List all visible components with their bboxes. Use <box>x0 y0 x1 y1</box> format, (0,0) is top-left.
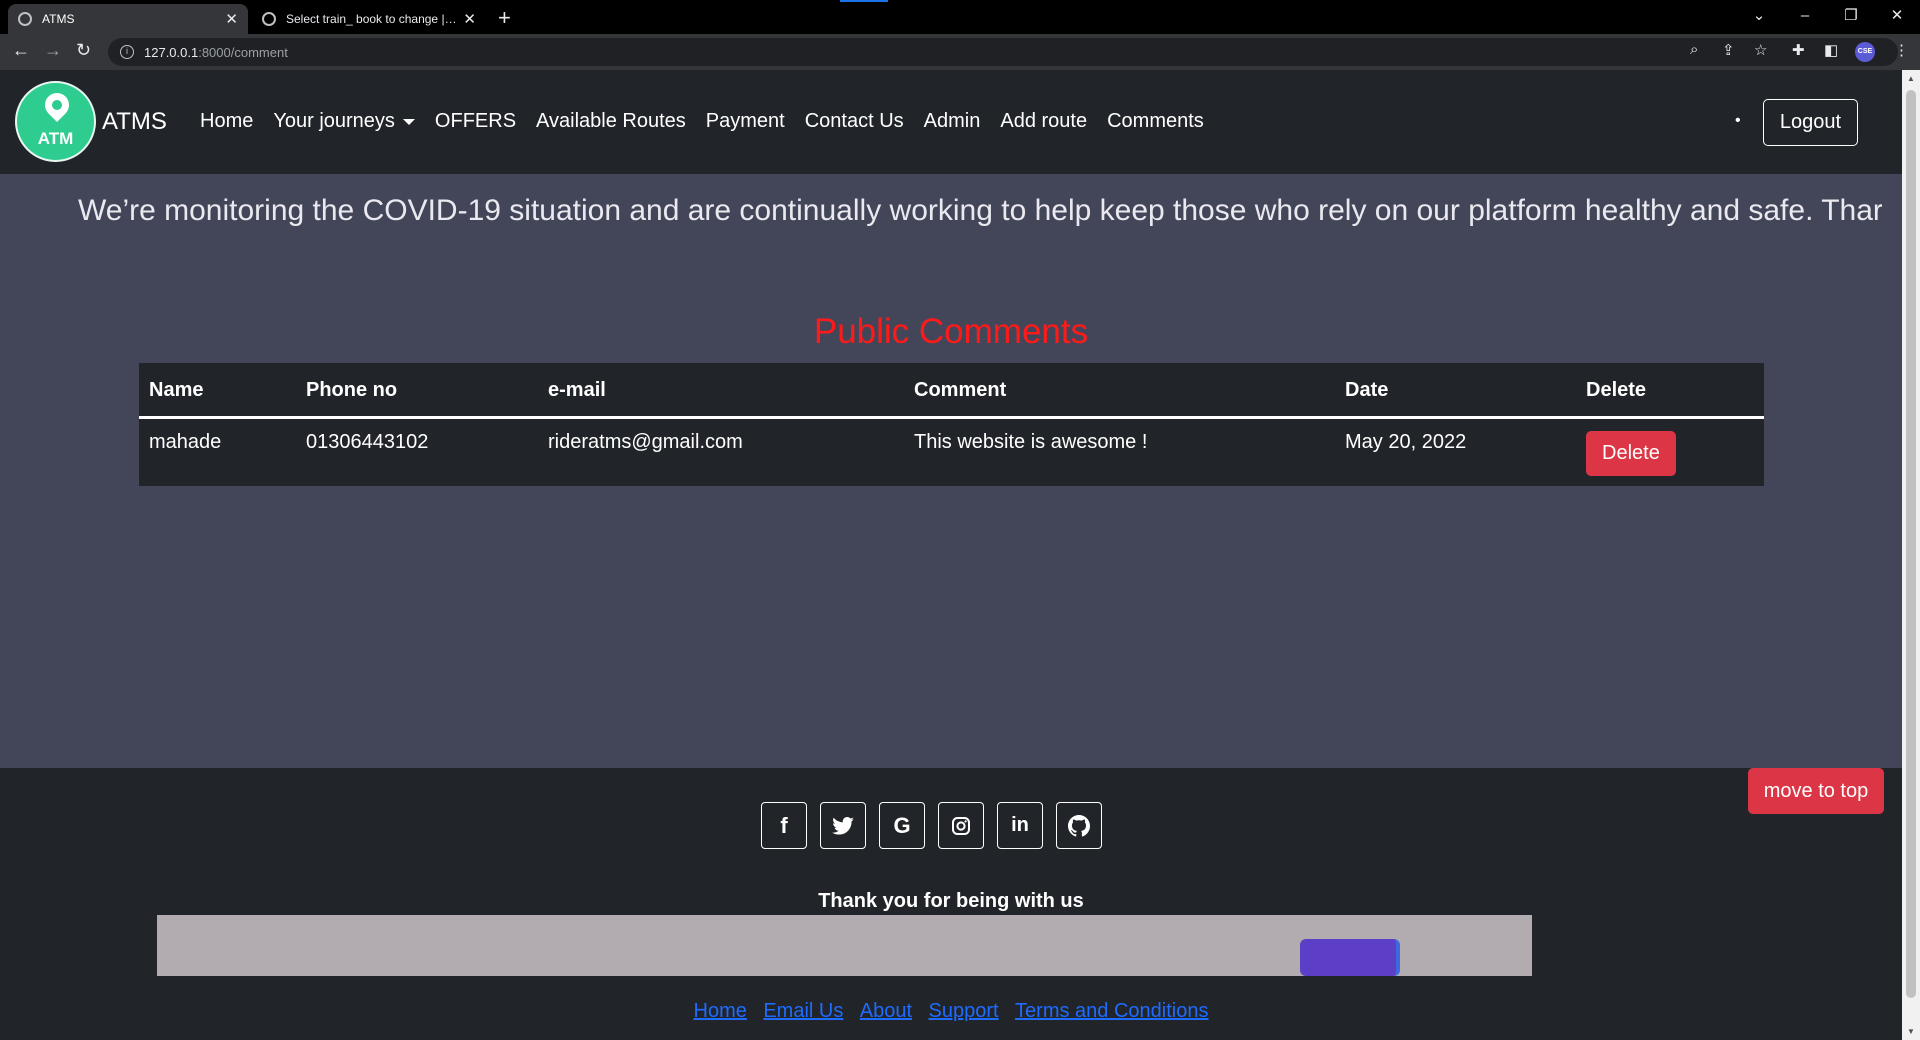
share-icon[interactable]: ⇪ <box>1722 41 1735 59</box>
map-pin-icon <box>40 88 74 122</box>
site-logo[interactable]: ATM <box>15 81 96 162</box>
nav-links: Home Your journeys OFFERS Available Rout… <box>200 110 1224 133</box>
browser-menu-icon[interactable]: ⋮ <box>1894 41 1909 59</box>
zoom-icon[interactable]: ⌕ <box>1690 41 1698 58</box>
close-tab-icon[interactable]: ✕ <box>463 10 476 28</box>
tab-title: Select train_ book to change | Dj <box>286 12 458 26</box>
forward-icon[interactable]: → <box>44 40 62 61</box>
extensions-icon[interactable]: ✚ <box>1792 41 1805 59</box>
scroll-down-icon[interactable]: ▼ <box>1907 1027 1915 1036</box>
url-host: 127.0.0.1 <box>144 44 199 60</box>
footer-link-email-us[interactable]: Email Us <box>763 1000 843 1022</box>
window-controls: ⌄ – ❐ ✕ <box>1736 0 1920 30</box>
site-navbar: ATM ATMS Home Your journeys OFFERS Avail… <box>0 70 1902 174</box>
page-scrollbar[interactable]: ▲ ▼ <box>1902 70 1920 1040</box>
nav-offers[interactable]: OFFERS <box>435 110 516 133</box>
nav-your-journeys-label: Your journeys <box>273 110 395 132</box>
url-path: :8000/comment <box>198 44 288 60</box>
cell-name: mahade <box>149 431 222 453</box>
footer-link-about[interactable]: About <box>860 1000 912 1022</box>
profile-avatar[interactable]: CSE <box>1855 42 1875 62</box>
col-header-phone: Phone no <box>296 363 538 419</box>
browser-tab-select-train[interactable]: Select train_ book to change | Dj ✕ <box>252 4 486 34</box>
bookmark-star-icon[interactable]: ☆ <box>1754 41 1767 59</box>
footer-link-home[interactable]: Home <box>694 1000 747 1022</box>
col-header-date: Date <box>1335 363 1576 419</box>
scrollbar-thumb[interactable] <box>1906 90 1916 998</box>
reload-icon[interactable]: ↻ <box>76 40 91 61</box>
github-icon[interactable] <box>1056 802 1102 849</box>
tab-search-icon[interactable]: ⌄ <box>1736 6 1782 24</box>
browser-tab-atms[interactable]: ATMS ✕ <box>8 4 248 34</box>
close-tab-icon[interactable]: ✕ <box>225 10 238 28</box>
cell-phone: 01306443102 <box>306 431 429 453</box>
logout-button[interactable]: Logout <box>1763 99 1858 146</box>
new-tab-icon[interactable]: + <box>498 5 511 31</box>
tab-title: ATMS <box>42 12 75 26</box>
caret-down-icon <box>402 118 415 125</box>
globe-icon <box>18 12 32 26</box>
page-content: ATM ATMS Home Your journeys OFFERS Avail… <box>0 70 1902 1040</box>
minimize-icon[interactable]: – <box>1782 7 1828 24</box>
google-icon[interactable]: G <box>879 802 925 849</box>
page-title: Public Comments <box>813 312 1089 351</box>
linkedin-icon[interactable]: in <box>997 802 1043 849</box>
twitter-icon[interactable] <box>820 802 866 849</box>
restore-icon[interactable]: ❐ <box>1828 6 1874 24</box>
nav-comments[interactable]: Comments <box>1107 110 1204 133</box>
table-header-row: Name Phone no e-mail Comment Date Delete <box>139 363 1764 419</box>
footer-link-terms[interactable]: Terms and Conditions <box>1015 1000 1208 1022</box>
footer-links: Home Email Us About Support Terms and Co… <box>0 1000 1902 1023</box>
tab-accent-line <box>840 0 888 2</box>
footer-thanks-text: Thank you for being with us <box>818 890 1084 912</box>
delete-comment-button[interactable]: Delete <box>1586 431 1676 476</box>
banner-pill <box>1300 939 1400 976</box>
globe-icon <box>262 12 276 26</box>
social-links: f G in <box>761 802 1102 849</box>
browser-tabstrip: ATMS ✕ Select train_ book to change | Dj… <box>0 0 1920 34</box>
table-row: mahade 01306443102 rideratms@gmail.com T… <box>139 418 1764 487</box>
covid-notice-marquee: We’re monitoring the COVID-19 situation … <box>78 194 1882 227</box>
cell-date: May 20, 2022 <box>1345 431 1467 453</box>
facebook-icon[interactable]: f <box>761 802 807 849</box>
move-to-top-button[interactable]: move to top <box>1748 768 1884 814</box>
cell-email: rideratms@gmail.com <box>548 431 743 453</box>
scroll-up-icon[interactable]: ▲ <box>1907 74 1915 83</box>
cell-comment: This website is awesome ! <box>914 431 1148 453</box>
side-panel-icon[interactable]: ◧ <box>1824 41 1838 59</box>
site-info-icon[interactable]: i <box>120 45 134 59</box>
instagram-icon[interactable] <box>938 802 984 849</box>
cell-delete: Delete <box>1576 418 1764 487</box>
nav-admin[interactable]: Admin <box>924 110 981 133</box>
browser-toolbar: ← → ↻ i 127.0.0.1:8000/comment ⌕ ⇪ ☆ ✚ ◧… <box>0 34 1920 70</box>
brand-name[interactable]: ATMS <box>102 108 167 136</box>
logo-text: ATM <box>37 129 74 148</box>
footer-link-support[interactable]: Support <box>929 1000 999 1022</box>
col-header-name: Name <box>139 363 296 419</box>
comments-table: Name Phone no e-mail Comment Date Delete… <box>139 363 1764 486</box>
col-header-delete: Delete <box>1576 363 1764 419</box>
footer-banner <box>157 915 1532 976</box>
back-icon[interactable]: ← <box>12 40 30 61</box>
nav-your-journeys-dropdown[interactable]: Your journeys <box>273 110 415 133</box>
col-header-comment: Comment <box>904 363 1335 419</box>
window-close-icon[interactable]: ✕ <box>1874 6 1920 24</box>
nav-add-route[interactable]: Add route <box>1000 110 1087 133</box>
nav-contact-us[interactable]: Contact Us <box>805 110 904 133</box>
nav-dot: • <box>1735 112 1741 129</box>
address-bar[interactable]: i 127.0.0.1:8000/comment <box>108 38 1898 66</box>
nav-home[interactable]: Home <box>200 110 253 133</box>
col-header-email: e-mail <box>538 363 904 419</box>
nav-available-routes[interactable]: Available Routes <box>536 110 686 133</box>
nav-payment[interactable]: Payment <box>706 110 785 133</box>
